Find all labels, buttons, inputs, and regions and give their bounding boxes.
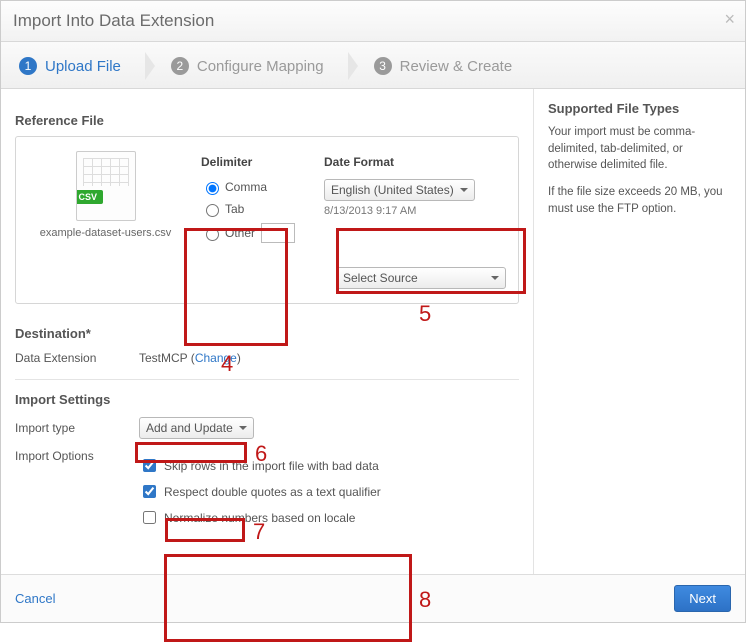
delimiter-tab-radio[interactable]	[206, 204, 219, 217]
dialog-footer: Cancel Next	[1, 574, 745, 622]
step-number: 1	[19, 57, 37, 75]
side-panel: Supported File Types Your import must be…	[533, 89, 745, 574]
respect-quotes-checkbox[interactable]	[143, 485, 156, 498]
step-separator	[348, 52, 358, 80]
step-upload-file[interactable]: 1 Upload File	[9, 53, 145, 79]
chevron-down-icon	[460, 188, 468, 192]
dialog-title: Import Into Data Extension	[13, 11, 214, 30]
file-preview: CSV example-dataset-users.csv	[28, 151, 183, 239]
step-number: 3	[374, 57, 392, 75]
step-review-create[interactable]: 3 Review & Create	[364, 53, 537, 79]
delimiter-comma-radio[interactable]	[206, 182, 219, 195]
callout-number-8: 8	[419, 587, 431, 613]
supported-types-text-1: Your import must be comma-delimited, tab…	[548, 124, 731, 174]
file-name: example-dataset-users.csv	[28, 227, 183, 239]
next-button[interactable]: Next	[674, 585, 731, 612]
callout-number-6: 6	[255, 441, 267, 467]
import-dialog: Import Into Data Extension × 1 Upload Fi…	[0, 0, 746, 623]
date-format-dropdown[interactable]: English (United States)	[324, 179, 475, 201]
callout-number-7: 7	[253, 519, 265, 545]
date-format-group: Date Format English (United States) 8/13…	[324, 151, 499, 217]
main-panel: Reference File CSV example-dataset-users…	[1, 89, 533, 574]
import-type-dropdown[interactable]: Add and Update	[139, 417, 254, 439]
step-label: Review & Create	[400, 58, 513, 75]
delimiter-group: Delimiter Comma Tab Other	[201, 151, 306, 249]
destination-row: Data Extension TestMCP (Change)	[15, 351, 519, 365]
callout-number-5: 5	[419, 301, 431, 327]
delimiter-heading: Delimiter	[201, 155, 306, 169]
close-icon[interactable]: ×	[724, 9, 735, 30]
step-label: Configure Mapping	[197, 58, 324, 75]
file-type-badge: CSV	[76, 190, 104, 204]
delimiter-other-input[interactable]	[261, 223, 295, 243]
date-format-heading: Date Format	[324, 155, 499, 169]
date-format-example: 8/13/2013 9:17 AM	[324, 205, 499, 217]
cancel-button[interactable]: Cancel	[15, 591, 55, 606]
option-respect-quotes[interactable]: Respect double quotes as a text qualifie…	[139, 482, 381, 501]
import-options-label: Import Options	[15, 449, 139, 463]
import-settings-heading: Import Settings	[15, 392, 519, 407]
step-number: 2	[171, 57, 189, 75]
csv-file-icon: CSV	[76, 151, 136, 221]
chevron-down-icon	[491, 276, 499, 280]
step-label: Upload File	[45, 58, 121, 75]
supported-types-text-2: If the file size exceeds 20 MB, you must…	[548, 184, 731, 217]
delimiter-comma[interactable]: Comma	[201, 179, 306, 195]
delimiter-tab[interactable]: Tab	[201, 201, 306, 217]
step-separator	[145, 52, 155, 80]
divider	[15, 379, 519, 380]
skip-bad-data-checkbox[interactable]	[143, 459, 156, 472]
wizard-steps: 1 Upload File 2 Configure Mapping 3 Revi…	[1, 42, 745, 89]
step-configure-mapping[interactable]: 2 Configure Mapping	[161, 53, 348, 79]
chevron-down-icon	[239, 426, 247, 430]
callout-number-4: 4	[221, 351, 233, 377]
data-extension-label: Data Extension	[15, 351, 139, 365]
import-type-label: Import type	[15, 421, 139, 435]
supported-types-heading: Supported File Types	[548, 101, 731, 116]
destination-heading: Destination*	[15, 326, 519, 341]
normalize-numbers-checkbox[interactable]	[143, 511, 156, 524]
select-source-dropdown[interactable]: Select Source	[336, 267, 506, 289]
delimiter-other[interactable]: Other	[201, 223, 306, 243]
dialog-header: Import Into Data Extension ×	[1, 1, 745, 42]
import-type-row: Import type Add and Update	[15, 417, 519, 439]
delimiter-other-radio[interactable]	[206, 228, 219, 241]
reference-file-heading: Reference File	[15, 113, 519, 128]
reference-file-box: CSV example-dataset-users.csv Delimiter …	[15, 136, 519, 304]
